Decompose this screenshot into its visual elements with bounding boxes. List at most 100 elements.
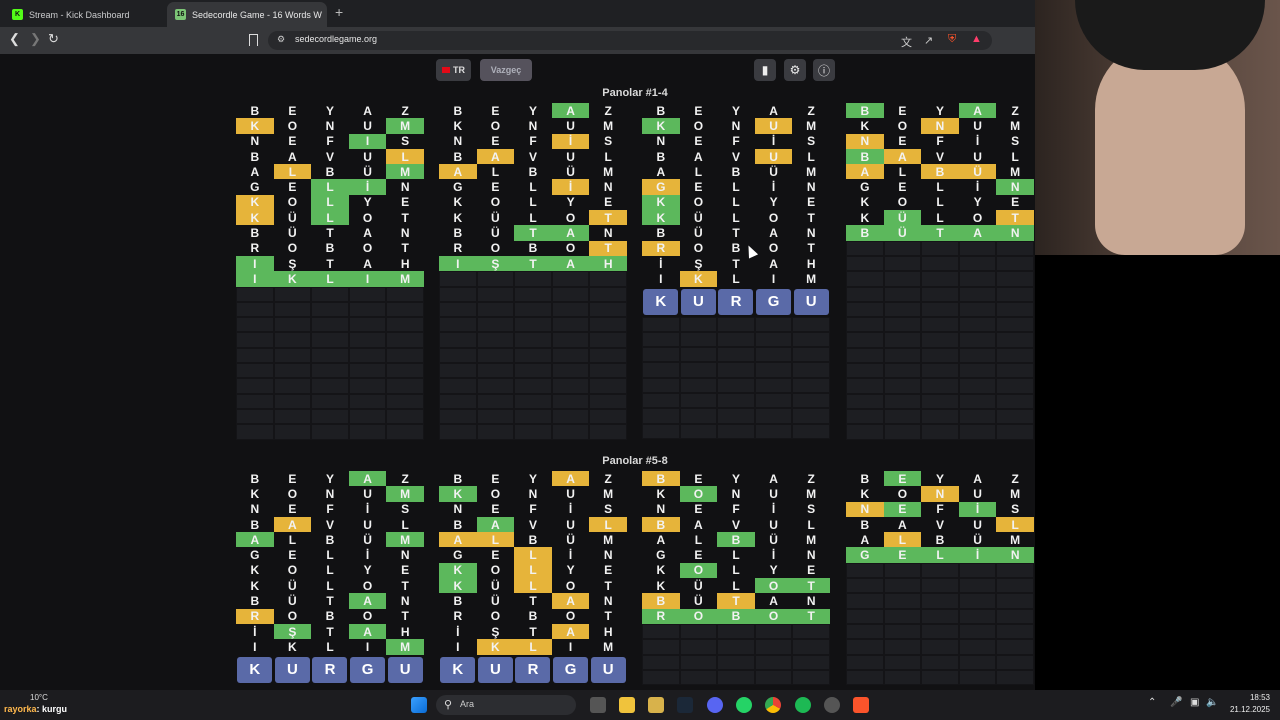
chrome-icon[interactable] (765, 697, 781, 713)
empty-tile (642, 423, 680, 439)
give-up-button[interactable]: Vazgeç (480, 59, 532, 81)
steam-icon[interactable] (677, 697, 693, 713)
brave-rewards-icon[interactable]: ▲ (971, 33, 982, 45)
letter-tile: Z (401, 103, 409, 118)
clock-date[interactable]: 21.12.2025 (1220, 705, 1270, 714)
empty-tile (589, 347, 627, 364)
new-tab-icon[interactable]: + (335, 4, 343, 20)
letter-tile: L (996, 516, 1034, 533)
whatsapp-icon[interactable] (736, 697, 752, 713)
letter-tile: M (386, 486, 424, 502)
empty-tile (386, 378, 424, 394)
letter-tile: Ü (958, 164, 997, 180)
empty-tile (717, 639, 755, 655)
letter-tile: İ (659, 256, 663, 271)
letter-tile: N (250, 134, 260, 149)
letter-tile: M (603, 639, 614, 654)
guess-row: KÜLOT (439, 578, 627, 594)
empty-tile (642, 377, 680, 394)
letter-tile: E (491, 134, 500, 149)
letter-tile: A (348, 593, 387, 609)
back-icon[interactable]: ❮ (9, 31, 20, 47)
letter-tile: F (732, 134, 740, 149)
empty-tile (273, 393, 312, 409)
windows-start-icon[interactable] (411, 697, 427, 713)
letter-tile: V (325, 149, 334, 164)
letter-tile: O (490, 609, 501, 624)
forward-icon[interactable]: ❯ (30, 31, 41, 47)
letter-tile: I (253, 639, 257, 654)
letter-tile: T (514, 225, 552, 241)
letter-tile: B (453, 149, 463, 164)
letter-tile: M (386, 118, 424, 134)
share-icon[interactable]: ↗ (924, 34, 933, 47)
empty-tile (439, 393, 477, 409)
letter-tile: Ü (694, 210, 703, 225)
brave-shield-icon[interactable]: ⛨ (948, 33, 956, 46)
network-icon[interactable]: ▣ (1190, 697, 1199, 708)
empty-tile (679, 408, 718, 424)
empty-tile (679, 316, 718, 332)
guess-row: İ ŞTAH (236, 623, 424, 640)
site-info-icon[interactable]: ⚙ (277, 34, 285, 45)
letter-tile: K (679, 271, 718, 287)
empty-tile (921, 593, 959, 609)
empty-tile (514, 347, 552, 364)
empty-tile (386, 424, 424, 440)
empty-tile (348, 332, 387, 348)
empty-row (846, 562, 1034, 579)
settings-gear-icon[interactable]: ⚙ (784, 59, 806, 81)
file-explorer-icon[interactable] (619, 697, 635, 713)
store-icon[interactable] (648, 697, 664, 713)
microphone-icon[interactable]: 🎤 (1170, 697, 1182, 708)
letter-tile: T (996, 210, 1034, 226)
empty-tile (717, 347, 755, 363)
guess-row: GELİN (642, 547, 830, 562)
info-icon[interactable]: ⓘ (813, 59, 835, 81)
letter-tile: Ş (694, 256, 703, 271)
empty-row (439, 424, 627, 440)
letter-tile: T (792, 578, 830, 594)
brave-icon[interactable] (853, 697, 869, 713)
letter-tile: L (1011, 149, 1019, 164)
translate-icon[interactable]: 文 (901, 34, 912, 50)
taskbar-search[interactable]: ⚲ Ara (436, 695, 576, 715)
guess-row: KÜLOT (846, 210, 1034, 226)
url-field[interactable]: ⚙ sedecordlegame.org 文 ↗ ⛨ ▲ (268, 31, 992, 50)
letter-tile: N (996, 547, 1034, 563)
empty-tile (792, 639, 830, 655)
empty-tile (883, 608, 922, 624)
empty-row (439, 408, 627, 425)
letter-tile: A (551, 103, 590, 119)
guess-row: B E YAZ (236, 471, 424, 487)
clock-time[interactable]: 18:53 (1228, 693, 1270, 702)
obs-icon[interactable] (824, 697, 840, 713)
language-button[interactable]: TR (436, 59, 471, 81)
letter-tile: V (325, 517, 334, 532)
letter-tile: A (883, 148, 922, 165)
discord-icon[interactable] (707, 697, 723, 713)
stats-icon[interactable]: ▮ (754, 59, 776, 81)
letter-tile: İ (456, 624, 460, 639)
spotify-icon[interactable] (795, 697, 811, 713)
letter-tile: Z (1011, 471, 1019, 486)
letter-tile: L (311, 210, 349, 226)
task-view-icon[interactable] (590, 697, 606, 713)
empty-tile (311, 332, 349, 348)
guess-row: BÜTA N (642, 593, 830, 609)
volume-icon[interactable]: 🔈 (1206, 697, 1218, 708)
tab-sedecordle[interactable]: 16 Sedecordle Game - 16 Words W ✕ (167, 2, 327, 27)
letter-tile: E (288, 180, 297, 195)
letter-tile: T (326, 226, 334, 241)
bookmark-icon[interactable] (249, 34, 258, 46)
letter-tile: G (642, 179, 680, 195)
tab-kick-dashboard[interactable]: K Stream - Kick Dashboard (4, 2, 164, 27)
empty-tile (921, 332, 959, 348)
windows-taskbar: 10°C rayorka: kurgu ⚲ Ara ⌃ 🎤 ▣ 🔈 18:53 … (0, 690, 1280, 720)
tray-chevron-icon[interactable]: ⌃ (1148, 697, 1156, 708)
letter-tile: G (453, 548, 463, 563)
reload-icon[interactable]: ↻ (48, 31, 59, 47)
empty-tile (236, 393, 274, 409)
guess-row: KÜLOT (439, 210, 627, 226)
empty-tile (996, 240, 1034, 256)
